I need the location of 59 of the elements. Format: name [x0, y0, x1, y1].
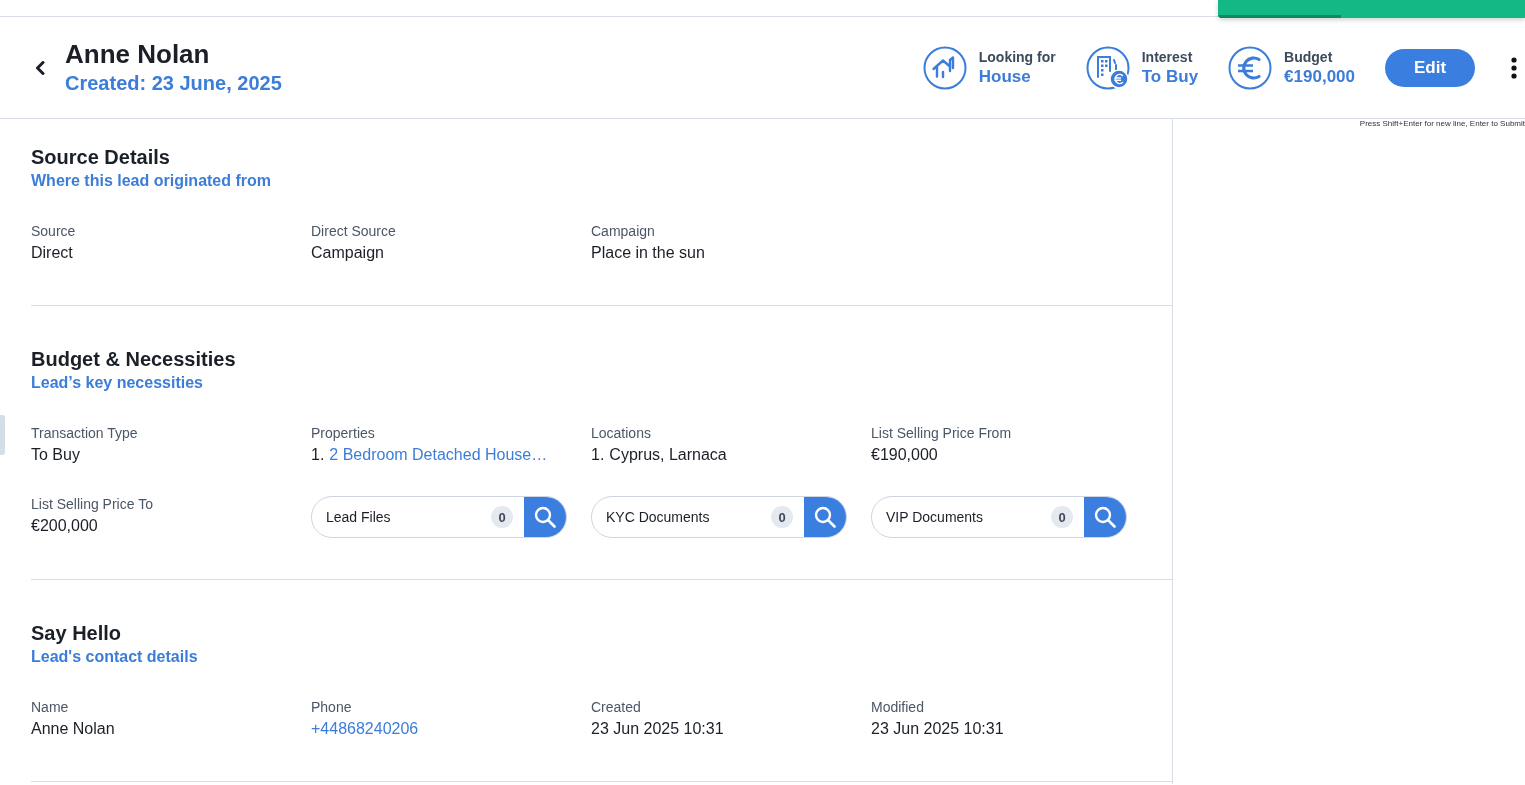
field-value: €200,000: [31, 516, 98, 536]
field-label: Modified: [871, 699, 924, 715]
field-label: Locations: [591, 425, 651, 441]
back-icon[interactable]: [35, 60, 45, 75]
field-value: 23 Jun 2025 10:31: [591, 719, 724, 739]
value-link[interactable]: +44868240206: [311, 718, 419, 740]
section-title: Say Hello: [31, 621, 122, 645]
section-subtitle: Lead's contact details: [31, 647, 198, 667]
field-label: Direct Source: [311, 223, 396, 239]
section-subtitle: Where this lead originated from: [31, 171, 272, 191]
more-options-icon[interactable]: [1511, 56, 1517, 79]
field-label: Phone: [311, 699, 352, 715]
input-hint: Press Shift+Enter for new line, Enter to Submit: [1359, 119, 1525, 129]
item-text: Cyprus, Larnaca: [609, 445, 727, 465]
search-icon: [533, 506, 556, 528]
item-link[interactable]: 2 Bedroom Detached House…: [329, 444, 548, 466]
count-badge: 0: [491, 506, 513, 528]
section-subtitle: Lead’s key necessities: [31, 373, 203, 393]
field-value: Place in the sun: [591, 243, 705, 263]
building-euro-icon: [1085, 45, 1130, 90]
field-label: Campaign: [591, 223, 655, 239]
search-button[interactable]: [804, 497, 846, 537]
count-badge: 0: [1051, 506, 1073, 528]
lead-name: Anne Nolan: [65, 38, 211, 69]
search-icon: [813, 506, 836, 528]
search-button[interactable]: [1084, 497, 1126, 537]
field-label: Source: [31, 223, 76, 239]
stat-value: €190,000: [1284, 65, 1355, 88]
field-value: €190,000: [871, 445, 938, 465]
euro-icon: [1228, 45, 1273, 90]
field-value: Direct: [31, 243, 73, 263]
stat-value: House: [978, 65, 1031, 88]
field-value: 23 Jun 2025 10:31: [871, 719, 1004, 739]
search-button[interactable]: [524, 497, 566, 537]
created-date: Created: 23 June, 2025: [65, 70, 282, 96]
stat-label: Interest: [1141, 47, 1193, 66]
documents-label: Lead Files: [325, 509, 392, 525]
count-badge: 0: [771, 506, 793, 528]
list-number: 1.: [311, 445, 325, 465]
section-title: Source Details: [31, 145, 170, 169]
field-label: Properties: [311, 425, 375, 441]
documents-label: VIP Documents: [885, 509, 984, 525]
stat-label: Looking for: [978, 47, 1056, 66]
edit-button[interactable]: Edit: [1385, 48, 1475, 87]
field-label: Transaction Type: [31, 425, 138, 441]
field-label: Name: [31, 699, 69, 715]
field-label: Created: [591, 699, 641, 715]
field-label: List Selling Price From: [871, 425, 1012, 441]
house-icon: [922, 45, 967, 90]
field-value: Anne Nolan: [31, 719, 115, 739]
stat-label: Budget: [1284, 47, 1333, 66]
field-label: List Selling Price To: [31, 496, 153, 512]
stat-value: To Buy: [1141, 65, 1199, 88]
section-title: Budget & Necessities: [31, 347, 236, 371]
field-value: Campaign: [311, 243, 384, 263]
search-icon: [1093, 506, 1116, 528]
documents-label: KYC Documents: [605, 509, 711, 525]
field-value: To Buy: [31, 445, 80, 465]
list-number: 1.: [591, 445, 605, 465]
